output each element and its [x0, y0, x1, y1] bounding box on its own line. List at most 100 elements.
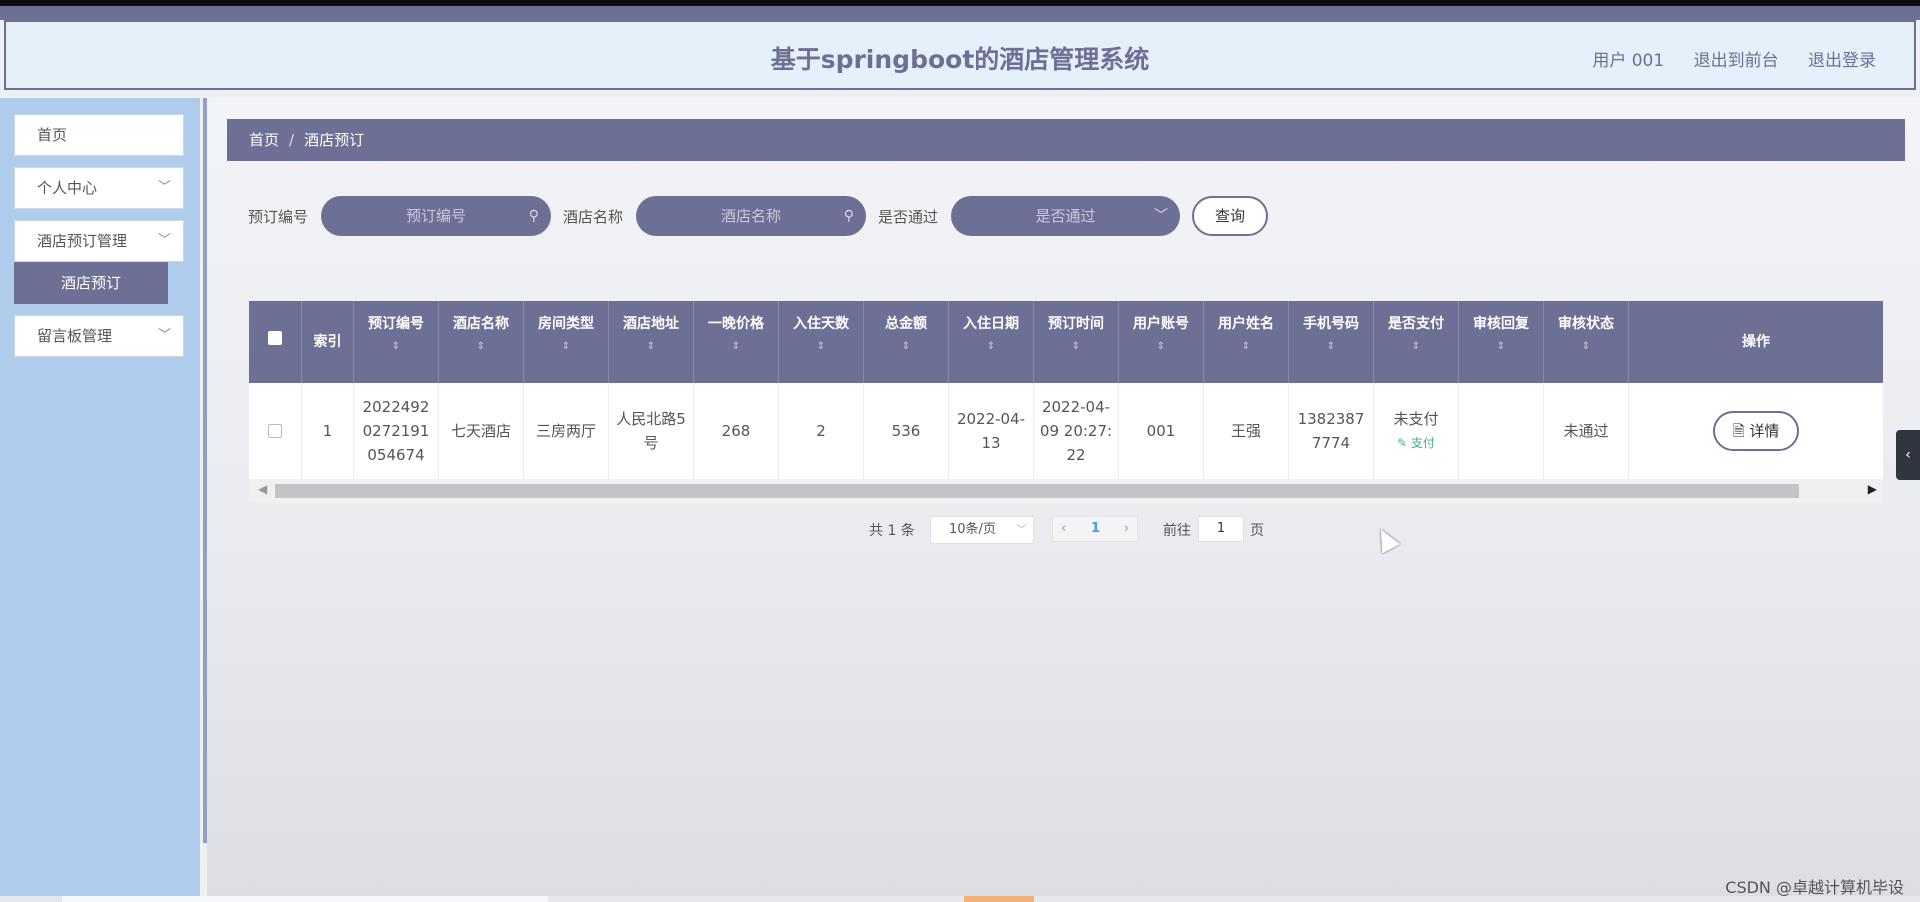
td-paid: 未支付 ✎ 支付	[1374, 383, 1459, 479]
th-order-no[interactable]: 预订编号 ⇕	[354, 301, 439, 383]
scrollbar-thumb[interactable]	[275, 484, 1799, 498]
sort-icon[interactable]: ⇕	[1289, 341, 1373, 352]
td-total: 536	[864, 383, 949, 479]
th-hotel-name[interactable]: 酒店名称 ⇕	[439, 301, 524, 383]
hotel-name-placeholder: 酒店名称	[720, 207, 781, 225]
table-horizontal-scrollbar[interactable]: ◀ ▶	[249, 479, 1883, 503]
th-address[interactable]: 酒店地址 ⇕	[609, 301, 694, 383]
pay-link[interactable]: ✎ 支付	[1397, 431, 1435, 455]
watermark: CSDN @卓越计算机毕设	[1725, 878, 1904, 897]
taskbar-segment-highlight	[964, 896, 1034, 902]
search-icon: ⚲	[843, 208, 854, 224]
taskbar-segment	[62, 896, 548, 902]
th-label: 手机号码	[1303, 316, 1359, 332]
sidebar-item-home[interactable]: 首页	[14, 114, 184, 156]
sort-icon[interactable]: ⇕	[694, 341, 778, 352]
breadcrumb-separator: /	[289, 131, 295, 149]
sort-icon[interactable]: ⇕	[1034, 341, 1118, 352]
th-nights[interactable]: 入住天数 ⇕	[779, 301, 864, 383]
sort-icon[interactable]: ⇕	[1204, 341, 1288, 352]
sidebar-subitem-hotel-booking[interactable]: 酒店预订	[14, 262, 168, 304]
sort-icon[interactable]: ⇕	[1374, 341, 1458, 352]
detail-button[interactable]: 🗎 详情	[1713, 411, 1799, 451]
th-phone[interactable]: 手机号码 ⇕	[1289, 301, 1374, 383]
th-index: 索引	[302, 301, 354, 383]
th-price[interactable]: 一晚价格 ⇕	[694, 301, 779, 383]
td-review-status: 未通过	[1544, 383, 1629, 479]
th-booking-time[interactable]: 预订时间 ⇕	[1034, 301, 1119, 383]
sort-icon[interactable]: ⇕	[524, 341, 608, 352]
th-label: 用户姓名	[1218, 316, 1274, 332]
th-checkin-date[interactable]: 入住日期 ⇕	[949, 301, 1034, 383]
approved-label: 是否通过	[878, 208, 939, 226]
th-total[interactable]: 总金额 ⇕	[864, 301, 949, 383]
search-icon: ⚲	[528, 208, 539, 224]
search-bar: 预订编号 预订编号 ⚲ 酒店名称 酒店名称 ⚲ 是否通过 是否通过 ﹀ 查询	[248, 196, 1348, 236]
sidebar	[0, 98, 200, 902]
th-label: 预订编号	[368, 316, 424, 332]
collapse-panel-tab[interactable]: ‹	[1896, 430, 1920, 480]
td-room-type: 三房两厅	[524, 383, 609, 479]
td-price: 268	[694, 383, 779, 479]
td-phone: 13823877774	[1289, 383, 1374, 479]
td-name: 王强	[1204, 383, 1289, 479]
th-paid[interactable]: 是否支付 ⇕	[1374, 301, 1459, 383]
sidebar-item-personal-center[interactable]: 个人中心 ﹀	[14, 167, 184, 209]
sidebar-item-label: 酒店预订管理	[37, 232, 128, 250]
approved-select[interactable]: 是否通过 ﹀	[951, 196, 1180, 236]
th-name[interactable]: 用户姓名 ⇕	[1204, 301, 1289, 383]
paid-status: 未支付	[1393, 410, 1439, 428]
th-label: 用户账号	[1133, 316, 1189, 332]
prev-page-button[interactable]: ‹	[1061, 517, 1066, 541]
breadcrumb-home[interactable]: 首页	[249, 131, 279, 149]
td-nights: 2	[779, 383, 864, 479]
sort-icon[interactable]: ⇕	[864, 341, 948, 352]
th-review-status[interactable]: 审核状态 ⇕	[1544, 301, 1629, 383]
th-label: 审核回复	[1473, 316, 1529, 332]
chevron-down-icon: ﹀	[157, 233, 171, 248]
row-checkbox[interactable]	[268, 424, 282, 438]
td-checkin-date: 2022-04-13	[949, 383, 1034, 479]
th-label: 预订时间	[1048, 316, 1104, 332]
select-all-checkbox[interactable]	[268, 331, 282, 345]
table-row: 1 20224920272191054674 七天酒店 三房两厅 人民北路5号 …	[249, 383, 1883, 479]
chevron-down-icon: ﹀	[157, 328, 171, 343]
order-no-input[interactable]: 预订编号 ⚲	[321, 196, 551, 236]
logout-link[interactable]: 退出登录	[1808, 51, 1876, 71]
th-actions: 操作	[1742, 334, 1770, 350]
goto-page-input[interactable]: 1	[1198, 516, 1244, 542]
sort-icon[interactable]: ⇕	[1544, 341, 1628, 352]
table-header: 索引 预订编号 ⇕ 酒店名称 ⇕ 房间类型 ⇕ 酒店地址 ⇕ 一晚价格 ⇕ 入住天数 ⇕ 总…	[249, 301, 1883, 383]
td-index: 1	[302, 383, 354, 479]
td-review-reply	[1459, 383, 1544, 479]
next-page-button[interactable]: ›	[1124, 517, 1129, 541]
sort-icon[interactable]: ⇕	[354, 341, 438, 352]
td-account: 001	[1119, 383, 1204, 479]
th-review-reply[interactable]: 审核回复 ⇕	[1459, 301, 1544, 383]
sidebar-item-booking-management[interactable]: 酒店预订管理 ﹀	[14, 220, 184, 262]
approved-placeholder: 是否通过	[1035, 207, 1096, 225]
app-header: 基于springboot的酒店管理系统 用户 001 退出到前台 退出登录	[4, 20, 1916, 90]
exit-to-front-link[interactable]: 退出到前台	[1694, 51, 1779, 71]
booking-table: 索引 预订编号 ⇕ 酒店名称 ⇕ 房间类型 ⇕ 酒店地址 ⇕ 一晚价格 ⇕ 入住天数 ⇕ 总…	[249, 301, 1883, 479]
hotel-name-input[interactable]: 酒店名称 ⚲	[636, 196, 866, 236]
order-no-label: 预订编号	[248, 208, 309, 226]
sidebar-item-message-board[interactable]: 留言板管理 ﹀	[14, 315, 184, 357]
sort-icon[interactable]: ⇕	[949, 341, 1033, 352]
page-number-current[interactable]: 1	[1091, 517, 1100, 541]
th-room-type[interactable]: 房间类型 ⇕	[524, 301, 609, 383]
user-link[interactable]: 用户 001	[1592, 51, 1664, 71]
td-order-no: 20224920272191054674	[354, 383, 439, 479]
query-button[interactable]: 查询	[1192, 196, 1268, 236]
th-account[interactable]: 用户账号 ⇕	[1119, 301, 1204, 383]
chevron-down-icon: ﹀	[157, 180, 171, 195]
th-label: 房间类型	[538, 316, 594, 332]
sort-icon[interactable]: ⇕	[1459, 341, 1543, 352]
scroll-left-arrow-icon[interactable]: ◀	[258, 482, 267, 496]
page-size-select[interactable]: 10条/页 ﹀	[930, 516, 1034, 544]
sort-icon[interactable]: ⇕	[1119, 341, 1203, 352]
sort-icon[interactable]: ⇕	[609, 341, 693, 352]
sort-icon[interactable]: ⇕	[439, 341, 523, 352]
scroll-right-arrow-icon[interactable]: ▶	[1868, 482, 1877, 496]
sort-icon[interactable]: ⇕	[779, 341, 863, 352]
